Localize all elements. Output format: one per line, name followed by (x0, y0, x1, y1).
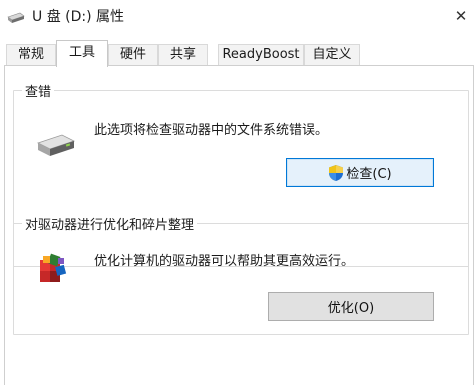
tab-hardware[interactable]: 硬件 (108, 44, 158, 65)
optimize-group: 对驱动器进行优化和碎片整理 优化计算机的驱动器可以帮助其更高效运行。 优化(O) (13, 214, 469, 335)
error-checking-title: 查错 (22, 81, 55, 100)
optimize-button[interactable]: 优化(O) (268, 292, 434, 321)
window-title: U 盘 (D:) 属性 (32, 9, 125, 25)
tab-customize[interactable]: 自定义 (304, 44, 360, 65)
tab-content-tools: 查错 此选项将检查驱动器中的文件系统错误。 检查(C) 对驱动器进行优化和碎片整… (4, 65, 474, 385)
tab-tools[interactable]: 工具 (56, 40, 108, 67)
check-button-label: 检查(C) (346, 167, 392, 182)
tab-readyboost[interactable]: ReadyBoost (218, 44, 304, 65)
tab-sharing[interactable]: 共享 (158, 44, 208, 65)
check-button[interactable]: 检查(C) (286, 158, 434, 187)
defrag-icon (40, 253, 67, 282)
tab-bar: 常规 工具 硬件 共享 ReadyBoost 自定义 (0, 40, 476, 67)
close-button[interactable]: ✕ (448, 4, 474, 28)
error-checking-description: 此选项将检查驱动器中的文件系统错误。 (94, 123, 329, 138)
optimize-button-label: 优化(O) (327, 301, 375, 316)
uac-shield-icon (329, 164, 344, 181)
drive-title-icon (7, 12, 25, 23)
drive-icon (36, 134, 76, 156)
close-icon: ✕ (454, 7, 468, 25)
title-bar: U 盘 (D:) 属性 ✕ (0, 0, 476, 36)
tab-general[interactable]: 常规 (6, 44, 56, 65)
optimize-title: 对驱动器进行优化和碎片整理 (22, 214, 198, 233)
optimize-description: 优化计算机的驱动器可以帮助其更高效运行。 (94, 254, 355, 269)
